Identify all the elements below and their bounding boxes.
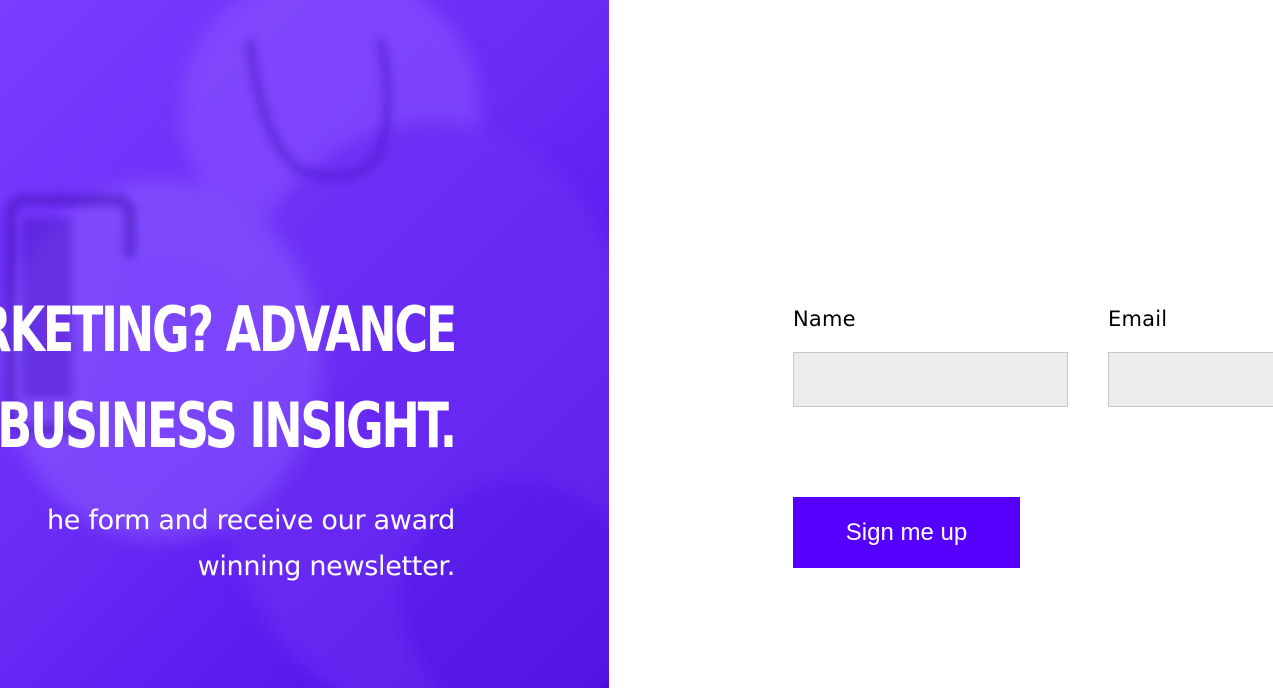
email-input[interactable] [1108,352,1273,407]
hero-headline: RKETING? ADVANCE BUSINESS INSIGHT. [0,282,457,474]
signup-form: Name Email Sign me up [609,0,1273,688]
hero-subtext-line-1: he form and receive our award [46,505,455,536]
name-field-group: Name [793,304,1068,407]
email-field-group: Email [1108,304,1273,407]
sign-up-button[interactable]: Sign me up [793,497,1020,568]
email-label: Email [1108,307,1168,331]
hero-panel: RKETING? ADVANCE BUSINESS INSIGHT. he fo… [0,0,609,688]
name-input[interactable] [793,352,1068,407]
hero-headline-line-1: RKETING? ADVANCE [0,293,457,366]
hero-subtext: he form and receive our award winning ne… [0,498,455,590]
page: RKETING? ADVANCE BUSINESS INSIGHT. he fo… [0,0,1273,688]
hero-subtext-line-2: winning newsletter. [197,551,456,582]
hero-text-block: RKETING? ADVANCE BUSINESS INSIGHT. he fo… [0,282,457,590]
hero-headline-line-2: BUSINESS INSIGHT. [0,389,457,462]
name-label: Name [793,307,856,331]
